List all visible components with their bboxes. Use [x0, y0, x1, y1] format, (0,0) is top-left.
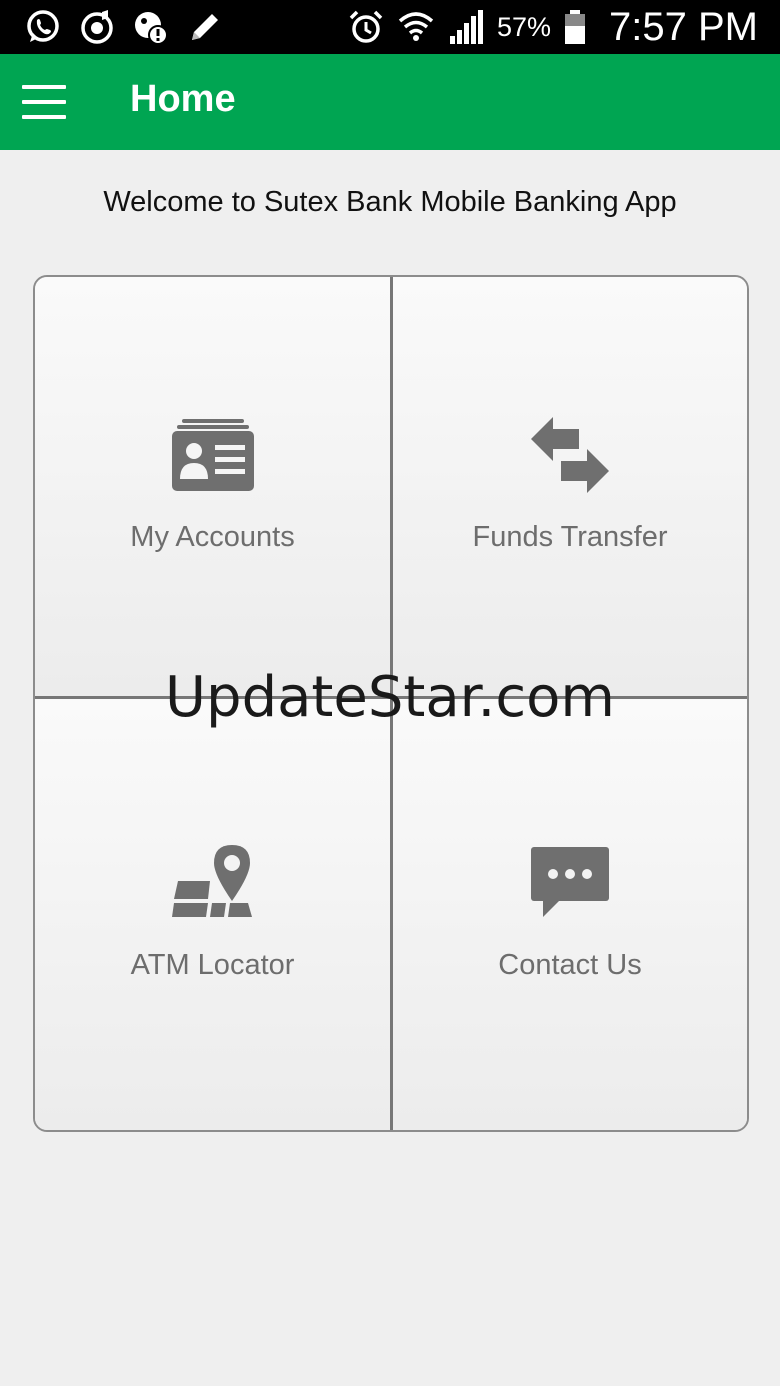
whatsapp-icon [27, 10, 59, 42]
my-accounts-tile[interactable]: My Accounts [35, 277, 390, 696]
music-icon [81, 10, 113, 44]
signal-icon [449, 10, 483, 44]
funds-transfer-label: Funds Transfer [472, 521, 668, 553]
alarm-icon [349, 10, 383, 43]
funds-transfer-tile[interactable]: Funds Transfer [393, 277, 747, 696]
notification-icons [24, 8, 224, 46]
status-bar: 57% 7:57 PM [0, 0, 780, 54]
chat-bubble-icon [531, 847, 609, 917]
sync-alert-icon [135, 12, 168, 45]
menu-grid: My Accounts Funds Transfer ATM Locator C… [33, 275, 749, 1132]
welcome-message: Welcome to Sutex Bank Mobile Banking App [103, 186, 677, 218]
hamburger-menu-icon[interactable] [22, 85, 66, 119]
status-clock: 7:57 PM [609, 4, 758, 49]
id-card-icon [171, 419, 254, 491]
system-status: 57% 7:57 PM [347, 4, 758, 50]
battery-percentage: 57% [496, 11, 552, 42]
grid-vertical-divider [390, 277, 393, 1130]
app-bar: Home [0, 54, 780, 150]
contact-us-label: Contact Us [498, 949, 642, 981]
my-accounts-label: My Accounts [130, 521, 295, 553]
transfer-arrows-icon [531, 417, 609, 493]
page-title: Home [130, 78, 236, 120]
battery-icon [565, 10, 586, 44]
atm-locator-label: ATM Locator [130, 949, 295, 981]
wifi-icon [398, 12, 434, 41]
pencil-icon [192, 14, 218, 40]
grid-horizontal-divider [35, 696, 747, 699]
atm-locator-tile[interactable]: ATM Locator [35, 699, 390, 1130]
contact-us-tile[interactable]: Contact Us [393, 699, 747, 1130]
map-pin-icon [171, 845, 252, 917]
